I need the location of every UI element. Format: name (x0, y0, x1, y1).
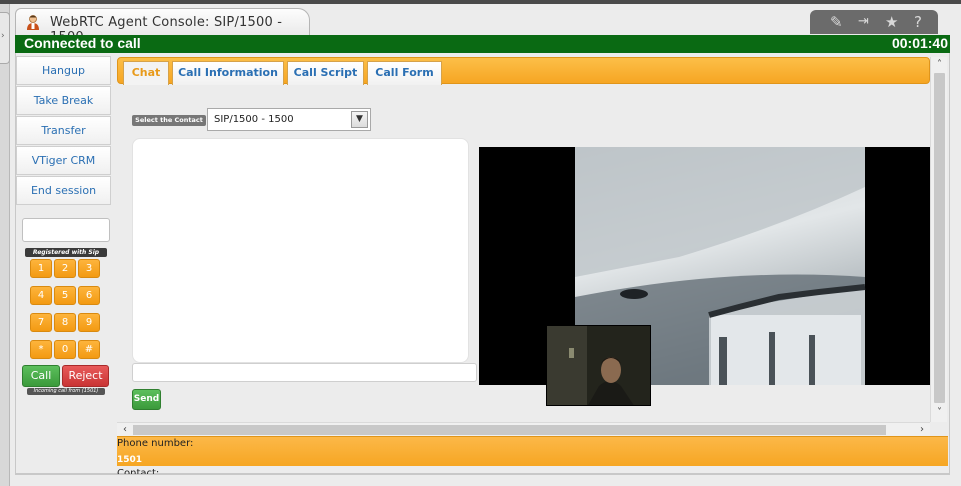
agent-icon (27, 15, 39, 30)
phone-number-value: 1501 (117, 455, 143, 465)
vtiger-crm-button[interactable]: VTiger CRM (16, 146, 111, 175)
select-contact-label: Select the Contact (132, 115, 206, 126)
keypad-key-2[interactable]: 2 (54, 259, 76, 278)
scroll-up-icon[interactable]: ˄ (931, 57, 948, 73)
transfer-button[interactable]: Transfer (16, 116, 111, 145)
registration-status: Registered with Sip Server (25, 248, 107, 265)
bottom-strip (15, 474, 950, 486)
keypad-key-7[interactable]: 7 (30, 313, 52, 332)
edit-icon[interactable]: ✎ (830, 13, 843, 31)
top-strip (0, 0, 961, 4)
call-status-text: Connected to call (24, 35, 141, 51)
keypad-key-0[interactable]: 0 (54, 340, 76, 359)
star-icon[interactable]: ★ (885, 13, 898, 31)
call-button[interactable]: Call (22, 365, 60, 387)
scroll-down-icon[interactable]: ˅ (931, 405, 948, 421)
vertical-scroll-thumb[interactable] (934, 73, 945, 403)
dial-number-input[interactable] (22, 218, 110, 242)
collapse-icon[interactable]: ⇥ (858, 13, 869, 31)
tab-call-form[interactable]: Call Form (367, 61, 442, 85)
window-tab: WebRTC Agent Console: SIP/1500 - 1500 (15, 8, 310, 45)
tab-call-information[interactable]: Call Information (172, 61, 284, 85)
horizontal-scrollbar[interactable]: ‹ › (117, 422, 930, 436)
left-panel-edge: › (0, 4, 10, 486)
horizontal-scroll-thumb[interactable] (133, 425, 886, 435)
vertical-scrollbar[interactable]: ˄ ˅ (930, 57, 947, 422)
keypad-key-star[interactable]: * (30, 340, 52, 359)
keypad-key-5[interactable]: 5 (54, 286, 76, 305)
keypad-key-8[interactable]: 8 (54, 313, 76, 332)
local-video (546, 325, 651, 406)
incoming-call-label: Incoming call from (1501) (27, 388, 105, 395)
window-toolbar: ✎ ⇥ ★ ? (810, 10, 938, 34)
scroll-right-icon[interactable]: › (914, 423, 930, 437)
keypad-key-9[interactable]: 9 (78, 313, 100, 332)
chat-message-input[interactable] (132, 363, 477, 382)
keypad-key-4[interactable]: 4 (30, 286, 52, 305)
help-icon[interactable]: ? (914, 13, 922, 31)
call-timer: 00:01:40 (891, 35, 948, 51)
keypad-key-3[interactable]: 3 (78, 259, 100, 278)
contact-select-value: SIP/1500 - 1500 (214, 114, 294, 125)
call-info-bar: Phone number: 1501 (117, 436, 948, 466)
tab-call-script[interactable]: Call Script (287, 61, 364, 85)
tab-bar: Chat Call Information Call Script Call F… (117, 57, 930, 85)
tab-chat[interactable]: Chat (123, 61, 169, 85)
keypad-key-hash[interactable]: # (78, 340, 100, 359)
chevron-down-icon[interactable]: ▼ (351, 111, 368, 128)
end-session-button[interactable]: End session (16, 176, 111, 205)
contact-select[interactable]: SIP/1500 - 1500 ▼ (207, 108, 371, 131)
chevron-right-icon: › (1, 31, 5, 41)
agent-console: › WebRTC Agent Console: SIP/1500 - 1500 … (0, 0, 961, 486)
scroll-left-icon[interactable]: ‹ (117, 423, 133, 437)
keypad-key-6[interactable]: 6 (78, 286, 100, 305)
reject-button[interactable]: Reject (62, 365, 109, 387)
take-break-button[interactable]: Take Break (16, 86, 111, 115)
keypad-key-1[interactable]: 1 (30, 259, 52, 278)
expand-handle[interactable]: › (0, 12, 10, 64)
chat-log (132, 138, 469, 363)
hangup-button[interactable]: Hangup (16, 56, 111, 85)
phone-number-label: Phone number: (117, 438, 194, 449)
call-status-bar: Connected to call 00:01:40 (15, 35, 950, 53)
send-button[interactable]: Send (132, 389, 161, 410)
local-video-frame (547, 326, 650, 405)
